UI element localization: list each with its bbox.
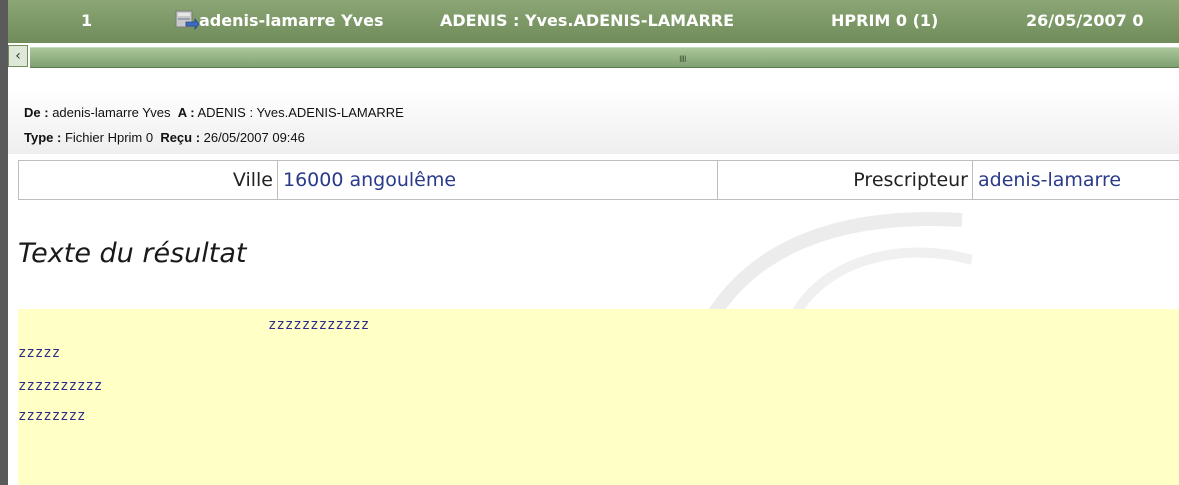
received-label: Reçu : xyxy=(160,130,201,145)
to-label: A : xyxy=(177,105,195,120)
city-label: Ville xyxy=(232,169,273,191)
document-arrow-icon xyxy=(175,10,199,31)
row-recipient: ADENIS : Yves.ADENIS-LAMARRE xyxy=(440,11,735,30)
chevron-left-icon: ‹ xyxy=(15,48,21,64)
result-line: zzzzzzzz xyxy=(18,408,86,424)
city-value: 16000 angoulême xyxy=(283,169,457,191)
type-label: Type : xyxy=(24,130,62,145)
field-divider xyxy=(277,161,278,199)
result-text-box: zzzzzzzzzzzz zzzzz zzzzzzzzzz zzzzzzzz xyxy=(18,309,1179,485)
scrollbar-grip[interactable]: IIII xyxy=(679,55,687,65)
row-index: 1 xyxy=(81,11,93,30)
to-value: ADENIS : Yves.ADENIS-LAMARRE xyxy=(197,105,404,120)
type-received-line: Type : Fichier Hprim 0 Reçu : 26/05/2007… xyxy=(24,130,305,145)
type-value: Fichier Hprim 0 xyxy=(64,130,154,145)
row-from-name: adenis-lamarre Yves xyxy=(199,11,384,30)
horizontal-scrollbar[interactable] xyxy=(30,47,1179,68)
row-type: HPRIM 0 (1) xyxy=(831,11,939,30)
field-divider xyxy=(972,161,973,199)
prescriber-label: Prescripteur xyxy=(853,169,968,191)
patient-fields-row: Ville 16000 angoulême Prescripteur adeni… xyxy=(18,160,1179,200)
message-info-panel: De : adenis-lamarre Yves A : ADENIS : Yv… xyxy=(8,90,1179,154)
scroll-left-button[interactable]: ‹ xyxy=(8,45,28,67)
result-line: zzzzzzzzzzzz xyxy=(268,317,370,333)
prescriber-value: adenis-lamarre xyxy=(978,169,1122,191)
row-date: 26/05/2007 0 xyxy=(1026,11,1144,30)
from-label: De : xyxy=(24,105,49,120)
result-line: zzzzz xyxy=(18,345,61,361)
from-value: adenis-lamarre Yves xyxy=(52,105,171,120)
from-to-line: De : adenis-lamarre Yves A : ADENIS : Yv… xyxy=(24,105,404,120)
result-title: Texte du résultat xyxy=(18,238,247,269)
message-list-row[interactable]: 1 adenis-lamarre Yves ADENIS : Yves.ADEN… xyxy=(8,0,1179,43)
result-line: zzzzzzzzzz xyxy=(18,378,103,394)
received-value: 26/05/2007 09:46 xyxy=(203,130,305,145)
window-left-border xyxy=(0,0,8,485)
